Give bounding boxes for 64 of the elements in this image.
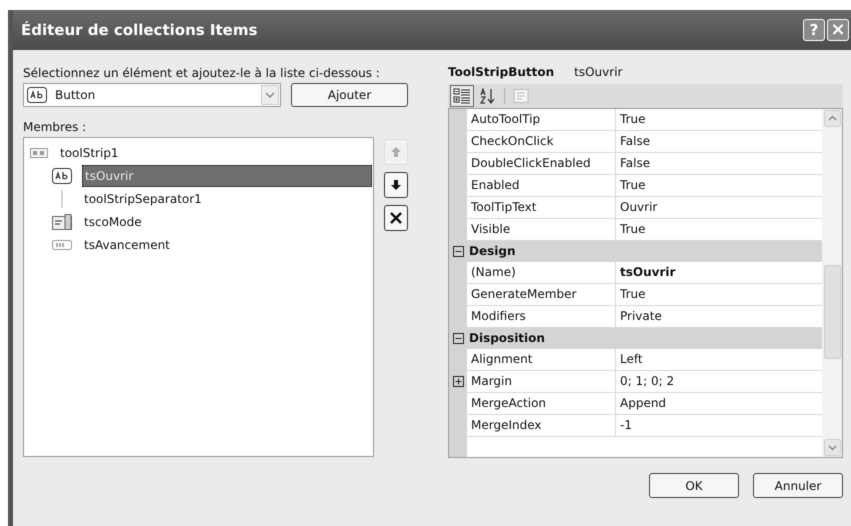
dialog-button[interactable]: OK xyxy=(649,473,739,498)
ab-button-icon xyxy=(52,168,72,184)
property-value[interactable]: False xyxy=(616,153,650,174)
property-name[interactable]: AutoToolTip xyxy=(467,109,616,130)
tree-item[interactable]: tscoMode xyxy=(82,212,372,232)
property-value[interactable]: Ouvrir xyxy=(616,197,658,218)
property-name[interactable]: ToolTipText xyxy=(467,197,616,218)
dialog-button[interactable]: Annuler xyxy=(753,473,843,498)
property-value[interactable]: tsOuvrir xyxy=(616,262,676,283)
window-title: Éditeur de collections Items xyxy=(21,20,258,41)
delete-button[interactable] xyxy=(384,205,408,231)
property-name[interactable]: GenerateMember xyxy=(467,284,616,305)
property-name[interactable]: Alignment xyxy=(467,348,616,370)
property-name[interactable]: Enabled xyxy=(467,175,616,196)
property-value[interactable]: Private xyxy=(616,306,662,327)
property-value[interactable]: False xyxy=(616,131,650,152)
property-name[interactable]: MergeIndex xyxy=(467,414,616,436)
progress-bar-icon xyxy=(52,240,72,250)
x-icon xyxy=(389,211,403,225)
property-name[interactable]: (Name) xyxy=(467,262,616,283)
property-name[interactable]: MergeAction xyxy=(467,392,616,414)
property-value[interactable]: Append xyxy=(616,392,666,414)
type-dropdown[interactable]: Button xyxy=(23,83,281,107)
category-header[interactable]: Design xyxy=(467,242,516,260)
tree-item[interactable]: tsAvancement xyxy=(82,234,372,254)
property-value[interactable]: True xyxy=(616,284,646,305)
property-value[interactable]: -1 xyxy=(616,414,632,436)
toolstrip-icon xyxy=(30,148,48,158)
arrow-down-icon xyxy=(390,179,402,191)
object-name: tsOuvrir xyxy=(574,64,622,81)
property-pages-icon xyxy=(512,88,530,104)
members-label: Membres : xyxy=(23,119,88,136)
scroll-down-icon[interactable] xyxy=(824,439,840,456)
tree-item[interactable]: toolStrip1 xyxy=(58,142,372,162)
sort-az-icon xyxy=(479,88,497,104)
add-button[interactable]: Ajouter xyxy=(291,83,408,107)
tree-item[interactable]: tsOuvrir xyxy=(82,164,372,186)
property-name[interactable]: CheckOnClick xyxy=(467,131,616,152)
property-value[interactable]: True xyxy=(616,175,646,196)
separator-icon xyxy=(60,190,64,208)
tree-item[interactable]: toolStripSeparator1 xyxy=(82,188,372,208)
category-header[interactable]: Disposition xyxy=(467,329,545,348)
property-name[interactable]: DoubleClickEnabled xyxy=(467,153,616,174)
scroll-thumb[interactable] xyxy=(824,265,840,359)
collapse-icon[interactable] xyxy=(452,246,464,257)
property-value[interactable]: True xyxy=(616,109,646,130)
scroll-up-icon[interactable] xyxy=(824,110,840,127)
expand-icon[interactable] xyxy=(452,376,464,388)
property-value[interactable]: 0; 1; 0; 2 xyxy=(616,370,674,392)
property-value[interactable]: True xyxy=(616,219,646,240)
picker-label: Sélectionnez un élément et ajoutez-le à la liste ci-dessous : xyxy=(23,65,381,82)
property-name[interactable]: Margin xyxy=(467,370,616,392)
arrow-up-icon xyxy=(390,146,402,158)
combobox-icon xyxy=(52,214,72,230)
property-name[interactable]: Modifiers xyxy=(467,306,616,327)
property-name[interactable]: Visible xyxy=(467,219,616,240)
move-down-button[interactable] xyxy=(384,172,408,198)
collapse-icon[interactable] xyxy=(452,332,464,344)
scrollbar[interactable] xyxy=(822,109,842,457)
object-type: ToolStripButton xyxy=(448,64,554,81)
categorized-button[interactable] xyxy=(450,85,474,107)
categorized-icon xyxy=(453,88,471,104)
ab-button-icon xyxy=(27,87,47,103)
property-value[interactable]: Left xyxy=(616,348,643,370)
